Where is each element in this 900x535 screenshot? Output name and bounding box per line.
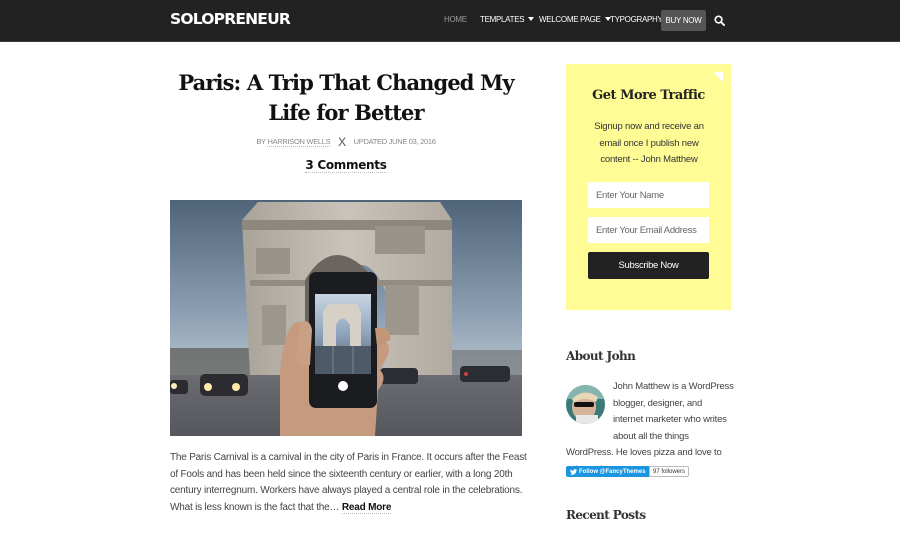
comments-link[interactable]: 3 Comments bbox=[305, 158, 387, 173]
featured-image[interactable] bbox=[170, 200, 522, 436]
name-input[interactable] bbox=[588, 182, 709, 208]
author-avatar bbox=[566, 385, 605, 424]
read-more-link[interactable]: Read More bbox=[341, 502, 391, 515]
optin-widget: Get More Traffic Signup now and receive … bbox=[566, 64, 731, 310]
corner-fold-icon bbox=[713, 72, 723, 82]
nav-item-welcome-page[interactable]: WELCOME PAGE bbox=[539, 15, 611, 24]
comments-count: 3 Comments bbox=[170, 156, 522, 174]
email-input[interactable] bbox=[588, 217, 709, 243]
subscribe-button[interactable]: Subscribe Now bbox=[588, 252, 709, 279]
updated-date: UPDATED JUNE 03, 2016 bbox=[353, 137, 436, 146]
site-logo[interactable]: SOLOPRENEUR bbox=[170, 10, 291, 28]
meta-separator: X bbox=[338, 135, 346, 149]
recent-posts-title: Recent Posts bbox=[566, 508, 646, 522]
followers-count[interactable]: 97 followers bbox=[649, 466, 690, 477]
nav-item-label: WELCOME PAGE bbox=[539, 15, 601, 24]
top-navigation-bar: SOLOPRENEUR HOME TEMPLATES WELCOME PAGE … bbox=[0, 0, 900, 42]
buy-now-button[interactable]: BUY NOW bbox=[661, 10, 706, 31]
about-widget-title: About John bbox=[566, 349, 636, 363]
nav-item-home[interactable]: HOME bbox=[444, 15, 467, 24]
twitter-follow-label: Follow @FancyThemes bbox=[579, 468, 646, 475]
nav-item-typography[interactable]: TYPOGRAPHY bbox=[610, 15, 663, 24]
optin-description: Signup now and receive an email once I p… bbox=[594, 121, 704, 165]
nav-item-label: TEMPLATES bbox=[480, 15, 525, 24]
nav-item-label: TYPOGRAPHY bbox=[610, 15, 663, 24]
post-excerpt: The Paris Carnival is a carnival in the … bbox=[170, 450, 530, 517]
twitter-follow-button[interactable]: Follow @FancyThemes bbox=[566, 466, 650, 477]
nav-item-templates[interactable]: TEMPLATES bbox=[480, 15, 535, 24]
twitter-bird-icon bbox=[570, 468, 577, 475]
avatar-photo bbox=[566, 385, 605, 424]
arc-de-triomphe-photo bbox=[170, 200, 522, 436]
optin-title: Get More Traffic bbox=[592, 88, 705, 103]
author-link[interactable]: HARRISON WELLS bbox=[267, 137, 331, 147]
nav-item-label: HOME bbox=[444, 15, 467, 24]
search-icon[interactable] bbox=[714, 15, 725, 26]
author-prefix: BY bbox=[256, 137, 266, 146]
post-meta: BY HARRISON WELLS X UPDATED JUNE 03, 201… bbox=[170, 135, 522, 149]
post-title[interactable]: Paris: A Trip That Changed My Life for B… bbox=[170, 68, 522, 128]
caret-down-icon bbox=[528, 17, 535, 21]
